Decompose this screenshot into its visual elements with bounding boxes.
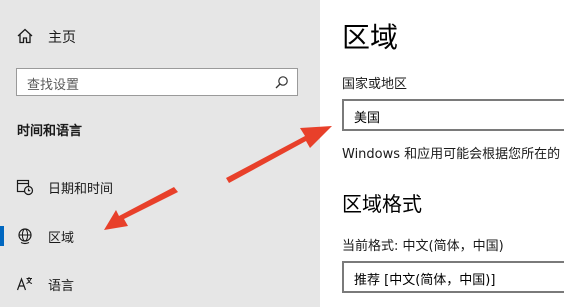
language-icon: [16, 277, 33, 291]
search-input[interactable]: 查找设置: [16, 68, 298, 96]
format-value: 推荐 [中文(简体，中国)]: [354, 273, 496, 288]
sidebar-item-language[interactable]: 语言: [0, 266, 320, 302]
country-value: 美国: [354, 111, 381, 126]
sidebar-item-region[interactable]: 区域: [0, 218, 320, 254]
sidebar-item-label: 区域: [48, 231, 75, 246]
country-dropdown[interactable]: 美国: [342, 99, 564, 131]
section-title: 时间和语言: [17, 124, 83, 139]
current-format-label: 当前格式: 中文(简体，中国): [342, 239, 504, 254]
selected-indicator: [0, 226, 4, 246]
sidebar-item-date-time[interactable]: 日期和时间: [0, 169, 320, 205]
sidebar-item-label: 日期和时间: [48, 182, 114, 197]
search-icon[interactable]: [274, 75, 289, 90]
nav-home[interactable]: 主页: [0, 20, 320, 52]
format-heading: 区域格式: [342, 192, 422, 216]
globe-icon: [18, 228, 32, 245]
format-dropdown[interactable]: 推荐 [中文(简体，中国)]: [342, 261, 564, 293]
country-label: 国家或地区: [342, 77, 408, 92]
home-icon: [17, 28, 33, 44]
main-content: 区域 国家或地区 美国 Windows 和应用可能会根据您所在的 区域格式 当前…: [320, 0, 564, 307]
sidebar-item-label: 语言: [48, 279, 75, 294]
search-placeholder: 查找设置: [27, 78, 80, 93]
calendar-clock-icon: [16, 179, 34, 196]
home-label: 主页: [48, 30, 76, 46]
page-title: 区域: [342, 21, 399, 54]
country-description: Windows 和应用可能会根据您所在的: [342, 147, 561, 162]
sidebar: 主页 查找设置 时间和语言 日期和时间 区域 语言: [0, 0, 320, 307]
